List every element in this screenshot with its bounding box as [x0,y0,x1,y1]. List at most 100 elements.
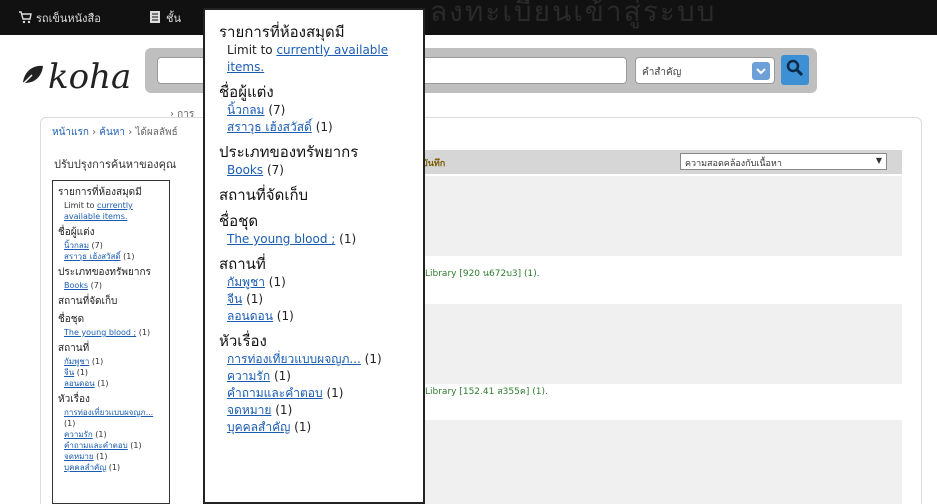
facet-count: (7) [268,103,286,117]
facet-heading-place: สถานที่ [219,255,266,273]
facet-count: (1) [96,452,108,461]
facet-count: (1) [275,403,293,417]
facet-link[interactable]: ลอนดอน [64,379,95,388]
facet-count: (1) [268,275,286,289]
facet-item: The young blood ; (1) [58,327,164,338]
search-button[interactable] [781,55,809,85]
facet-item: กัมพูชา (1) [219,274,409,291]
lists-button[interactable]: ชั้น [148,8,181,28]
limit-prefix: Limit to [227,43,277,57]
facet-link[interactable]: The young blood ; [64,328,136,337]
facet-link[interactable]: ลอนดอน [227,309,273,323]
koha-leaf-icon [20,57,48,97]
facet-link[interactable]: ความรัก [227,369,270,383]
facet-item: จีน (1) [58,367,164,378]
facet-item: Books (7) [219,162,409,179]
list-icon [148,10,162,27]
facet-item: สราวุธ เฮ้งสวัสดิ์ (1) [219,119,409,136]
facet-link[interactable]: คำถามและคำตอบ [64,441,128,450]
facet-heading-availability: รายการที่ห้องสมุดมี [58,187,142,198]
refine-search-heading: ปรับปรุงการค้นหาของคุณ [54,158,177,171]
facet-link[interactable]: Books [227,163,263,177]
search-type-value: คำสำคัญ [642,67,682,78]
breadcrumb-home[interactable]: หน้าแรก [52,127,89,138]
facet-link[interactable]: จดหมาย [64,452,94,461]
facet-heading-place: สถานที่ [58,343,90,354]
facet-heading-itemtype: ประเภทของทรัพยากร [219,143,359,161]
facet-link[interactable]: คำถามและคำตอบ [227,386,323,400]
facet-count: (1) [294,420,312,434]
facet-link[interactable]: จดหมาย [227,403,271,417]
save-to-list-link[interactable]: บันทึก [422,156,445,170]
masthead: koha คำสำคัญ › การ [0,35,937,125]
facet-item: กัมพูชา (1) [58,356,164,367]
sort-select[interactable]: ความสอดคล้องกับเนื้อหา ▼ [680,153,887,170]
facets-magnified-popup: รายการที่ห้องสมุดมี Limit to currently a… [203,8,425,504]
facet-count: (1) [91,357,104,366]
facet-link[interactable]: จีน [64,368,74,377]
search-type-select[interactable]: คำสำคัญ [635,57,775,84]
facet-link[interactable]: นิ้วกลม [64,241,89,250]
chevron-down-icon [752,62,770,80]
facet-link[interactable]: ความรัก [64,430,93,439]
facet-link[interactable]: การท่องเที่ยวแบบผจญภ... [227,352,361,366]
facet-item: จดหมาย (1) [58,451,164,462]
facet-link[interactable]: Books [64,281,88,290]
breadcrumb-separator: › [88,127,100,138]
cart-label: รถเข็นหนังสือ [36,12,101,25]
limit-prefix: Limit to [64,201,97,210]
facet-link[interactable]: การท่องเที่ยวแบบผจญภ... [64,408,153,417]
availability-text: Library [920 น672บ3] (1). [425,269,540,279]
facet-link[interactable]: สราวุธ เฮ้งสวัสดิ์ [227,120,312,134]
facet-count: (7) [266,163,284,177]
facet-item: การท่องเที่ยวแบบผจญภ... (1) [219,351,409,368]
facet-item: นิ้วกลม (7) [58,240,164,251]
facet-link[interactable]: กัมพูชา [227,275,265,289]
breadcrumb-search[interactable]: ค้นหา [99,127,125,138]
facet-heading-availability: รายการที่ห้องสมุดมี [219,23,345,41]
facet-item: ลอนดอน (1) [219,308,409,325]
facet-count: (1) [76,368,89,377]
facet-heading-authors: ชื่อผู้แต่ง [58,227,95,238]
facet-count: (1) [326,386,344,400]
facet-item: ลอนดอน (1) [58,378,164,389]
login-link[interactable]: ลงทะเบียนเข้าสู่ระบบ [430,0,716,34]
breadcrumb-separator: › [125,127,136,138]
facet-item: ความรัก (1) [58,429,164,440]
facet-link[interactable]: บุคคลสำคัญ [64,463,106,472]
facet-heading-location: สถานที่จัดเก็บ [58,296,118,307]
facet-link[interactable]: จีน [227,292,242,306]
facet-count: (1) [276,309,294,323]
facet-link[interactable]: บุคคลสำคัญ [227,420,290,434]
cart-button[interactable]: รถเข็นหนังสือ [18,8,101,28]
logo-text: koha [48,57,132,97]
facet-link[interactable]: สราวุธ เฮ้งสวัสดิ์ [64,252,121,261]
facet-count: (1) [339,232,357,246]
facet-count: (1) [138,328,151,337]
facet-link[interactable]: The young blood ; [227,232,335,246]
facet-count: (1) [246,292,264,306]
facet-heading-location: สถานที่จัดเก็บ [219,186,309,204]
koha-logo[interactable]: koha [20,57,131,97]
facets-sidebar: รายการที่ห้องสมุดมี Limit to currently a… [52,180,170,504]
facet-item: จีน (1) [219,291,409,308]
facet-item: คำถามและคำตอบ (1) [219,385,409,402]
facet-count: (1) [123,252,135,261]
facet-count: (1) [64,419,76,428]
facet-count: (1) [273,369,291,383]
facet-item: สราวุธ เฮ้งสวัสดิ์ (1) [58,251,164,262]
availability-text: Library [152.41 ส355ค] (1). [425,387,548,397]
facet-link[interactable]: กัมพูชา [64,357,89,366]
facet-item: Books (7) [58,280,164,291]
sort-value: ความสอดคล้องกับเนื้อหา [685,159,782,169]
facet-link[interactable]: นิ้วกลม [227,103,264,117]
facet-count: (1) [130,441,142,450]
cart-icon [18,10,32,27]
facet-heading-topic: หัวเรื่อง [58,394,90,405]
facet-count: (1) [364,352,382,366]
search-icon [786,59,804,81]
facet-heading-itemtype: ประเภทของทรัพยากร [58,267,151,278]
lists-label: ชั้น [166,12,181,25]
facet-count: (1) [97,379,109,388]
facet-count: (1) [315,120,333,134]
